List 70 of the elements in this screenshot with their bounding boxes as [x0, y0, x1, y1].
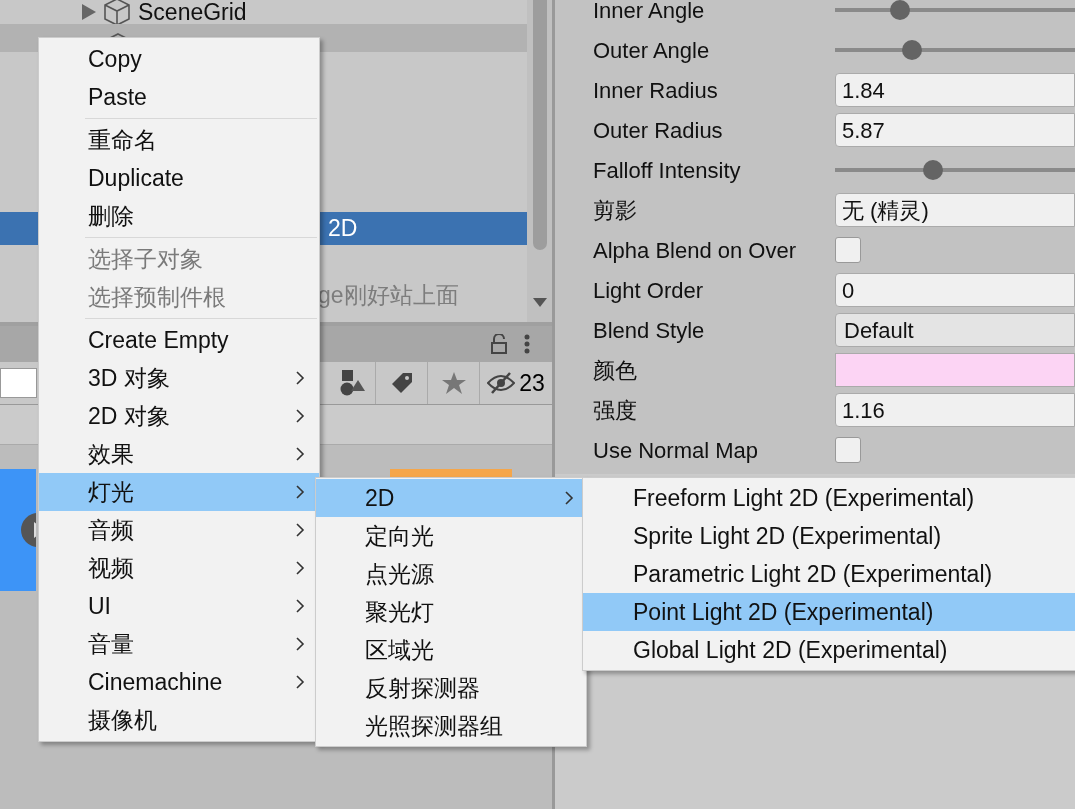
menu-item[interactable]: Sprite Light 2D (Experimental) [583, 517, 1075, 555]
property-label: Alpha Blend on Over [593, 236, 798, 265]
menu-item[interactable]: Global Light 2D (Experimental) [583, 631, 1075, 669]
dropdown[interactable]: Default [835, 313, 1075, 347]
number-field[interactable]: 0 [835, 273, 1075, 307]
menu-item[interactable]: Parametric Light 2D (Experimental) [583, 555, 1075, 593]
menu-item[interactable]: 区域光 [316, 631, 586, 669]
number-field[interactable]: 1.16 [835, 393, 1075, 427]
checkbox[interactable] [835, 437, 861, 463]
slider-thumb[interactable] [901, 40, 922, 60]
object-field[interactable]: 无 (精灵) [835, 193, 1075, 227]
property-label: Outer Radius [593, 116, 724, 145]
cube-icon [104, 0, 130, 26]
menu-item[interactable]: 2D 对象 [39, 397, 319, 435]
scrollbar[interactable] [527, 0, 552, 322]
tag-icon [390, 372, 413, 394]
menu-item[interactable]: Duplicate [39, 159, 319, 197]
menu-item[interactable]: Point Light 2D (Experimental) [583, 593, 1075, 631]
slider[interactable] [835, 40, 1075, 60]
property-label: 颜色 [593, 356, 638, 385]
number-field[interactable]: 1.84 [835, 73, 1075, 107]
menu-item[interactable]: 视频 [39, 549, 319, 587]
property-label: Use Normal Map [593, 436, 760, 465]
property-label: Blend Style [593, 316, 706, 345]
menu-item[interactable]: Copy [39, 40, 319, 78]
menu-item[interactable]: Freeform Light 2D (Experimental) [583, 479, 1075, 517]
shapes-icon [340, 370, 366, 396]
scroll-down-icon[interactable] [532, 298, 547, 307]
asset-thumbnail[interactable] [0, 469, 36, 591]
menu-item[interactable]: 删除 [39, 197, 319, 235]
menu-item[interactable]: Cinemachine [39, 663, 319, 701]
property-label: 强度 [593, 396, 638, 425]
play-icon[interactable] [20, 512, 36, 548]
menu-item[interactable]: 3D 对象 [39, 359, 319, 397]
more-icon[interactable] [524, 334, 530, 354]
property-label: Outer Angle [593, 36, 711, 65]
checkbox[interactable] [835, 237, 861, 263]
menu-item[interactable]: 效果 [39, 435, 319, 473]
menu-item[interactable]: Create Empty [39, 321, 319, 359]
slider[interactable] [835, 160, 1075, 180]
property-label: Inner Radius [593, 76, 719, 105]
hidden-count: 23 [519, 368, 545, 398]
menu-item[interactable]: Paste [39, 78, 319, 116]
property-label: Inner Angle [593, 0, 706, 25]
menu-item[interactable]: 反射探测器 [316, 669, 586, 707]
menu-item[interactable]: 光照探测器组 [316, 707, 586, 745]
menu-item[interactable]: 灯光 [39, 473, 319, 511]
property-label: 剪影 [593, 196, 638, 225]
menu-item[interactable]: 音频 [39, 511, 319, 549]
menu-item[interactable]: 聚光灯 [316, 593, 586, 631]
star-icon [441, 372, 466, 394]
expand-arrow-icon[interactable] [82, 4, 96, 20]
menu-item[interactable]: 定向光 [316, 517, 586, 555]
hidden-count-button[interactable]: 23 [480, 362, 552, 404]
property-label: Light Order [593, 276, 705, 305]
search-field[interactable] [0, 368, 37, 398]
property-label: Falloff Intensity [593, 156, 742, 185]
menu-item[interactable]: 重命名 [39, 121, 319, 159]
eye-slash-icon [487, 372, 516, 394]
slider-thumb[interactable] [923, 160, 944, 180]
menu-item[interactable]: 点光源 [316, 555, 586, 593]
number-field[interactable]: 5.87 [835, 113, 1075, 147]
menu-item[interactable]: 音量 [39, 625, 319, 663]
menu-item[interactable]: UI [39, 587, 319, 625]
slider-thumb[interactable] [889, 0, 910, 20]
slider[interactable] [835, 0, 1075, 20]
color-field[interactable] [835, 353, 1075, 387]
menu-item[interactable]: 摄像机 [39, 701, 319, 739]
scrollbar-thumb[interactable] [532, 0, 547, 250]
lock-icon[interactable] [490, 334, 508, 354]
